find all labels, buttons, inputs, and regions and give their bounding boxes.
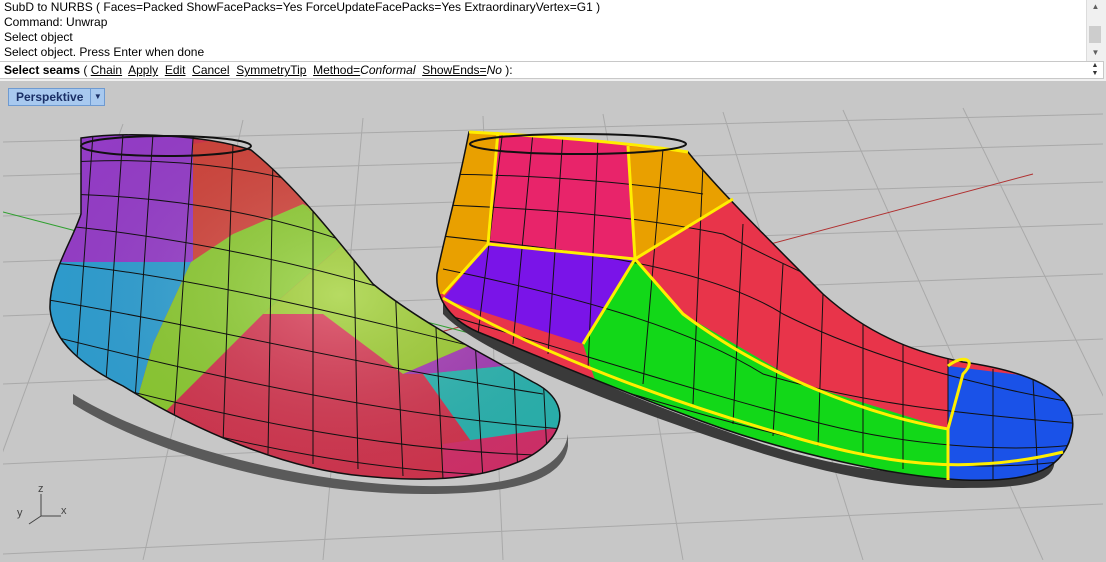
command-line[interactable]: Select seams ( Chain Apply Edit Cancel S… [0,61,1104,79]
option-symmetrytip[interactable]: SymmetryTip [236,63,306,77]
command-history: SubD to NURBS ( Faces=Packed ShowFacePac… [0,0,1086,61]
command-prompt: Select seams [4,63,81,77]
option-showends[interactable]: ShowEnds=No [422,63,502,77]
viewport-area: Perspektive ▼ z y x [0,81,1106,562]
option-showends-label: ShowEnds= [422,63,487,77]
axis-label-z: z [38,483,44,495]
history-line: SubD to NURBS ( Faces=Packed ShowFacePac… [4,0,601,14]
option-chain[interactable]: Chain [91,63,122,77]
history-scrollbar[interactable]: ▲ ▼ [1086,0,1104,61]
chevron-down-icon[interactable]: ▼ [91,88,106,106]
option-edit[interactable]: Edit [165,63,186,77]
axis-label-y: y [17,507,23,519]
option-showends-value: No [486,63,502,77]
option-open: ( [80,63,91,77]
scroll-thumb[interactable] [1089,26,1101,43]
scroll-up-icon[interactable]: ▲ [1087,0,1104,13]
viewport-title[interactable]: Perspektive [8,88,92,106]
history-line: Select object [4,30,73,44]
viewport-tab[interactable]: Perspektive ▼ [8,88,106,106]
option-apply[interactable]: Apply [128,63,158,77]
option-method-label: Method= [313,63,361,77]
command-spinner-icon[interactable]: ▲ ▼ [1088,62,1102,78]
scroll-down-icon[interactable]: ▼ [1087,46,1104,59]
option-method[interactable]: Method=Conformal [313,63,415,77]
option-close: ): [501,63,513,77]
axis-label-x: x [61,505,67,517]
option-cancel[interactable]: Cancel [192,63,229,77]
perspective-viewport[interactable]: Perspektive ▼ z y x [3,84,1103,560]
axis-triad [28,494,61,525]
option-method-value: Conformal [360,63,416,77]
history-line: Select object. Press Enter when done [4,45,205,59]
history-line: Command: Unwrap [4,15,108,29]
viewport-scene: z y x [3,107,1103,560]
